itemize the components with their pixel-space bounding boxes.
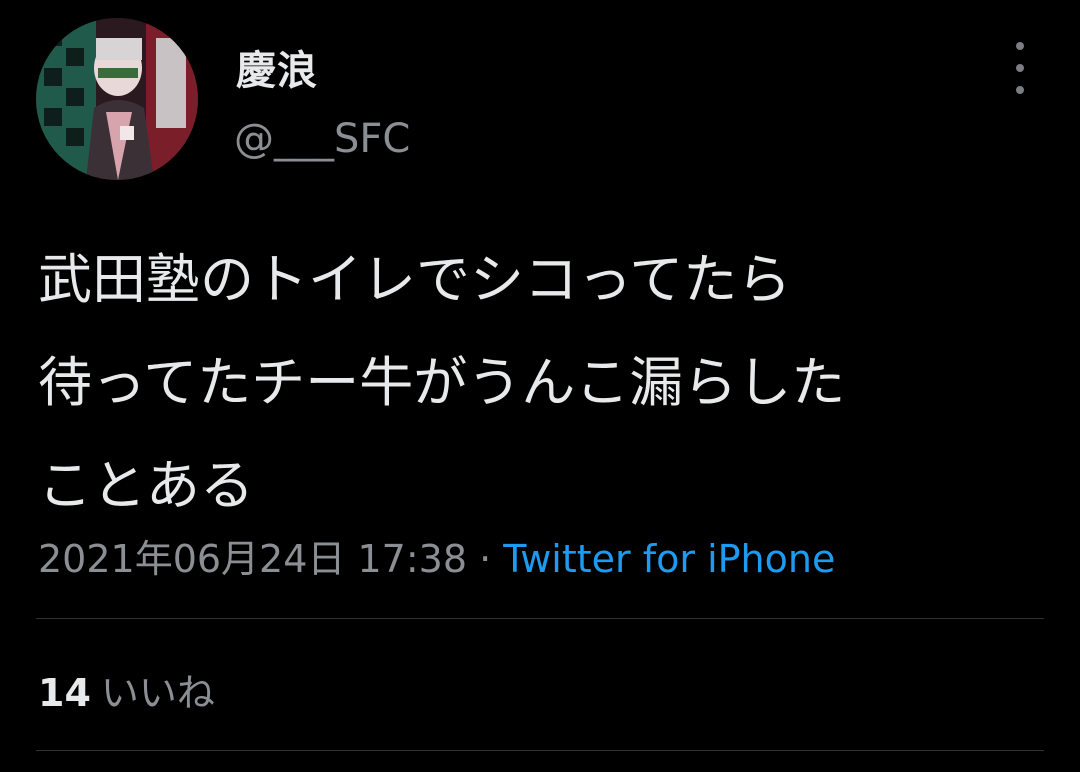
tweet-text-line: 武田塾のトイレでシコってたら bbox=[38, 248, 792, 311]
tweet-metadata: 2021年06月24日 17:38 · Twitter for iPhone bbox=[38, 528, 835, 583]
user-handle[interactable]: @___SFC bbox=[234, 116, 410, 162]
metadata-separator: · bbox=[479, 537, 492, 581]
tweet-text: 武田塾のトイレでシコってたら 待ってたチー牛がうんこ漏らした ことある bbox=[38, 228, 1048, 537]
more-vertical-icon[interactable] bbox=[1004, 42, 1036, 94]
tweet-timestamp[interactable]: 2021年06月24日 17:38 bbox=[38, 537, 467, 581]
tweet-text-line: ことある bbox=[38, 454, 254, 517]
avatar-image bbox=[36, 18, 198, 180]
avatar[interactable] bbox=[36, 18, 198, 180]
divider bbox=[36, 750, 1044, 751]
tweet-source-link[interactable]: Twitter for iPhone bbox=[503, 537, 835, 581]
likes-label: いいね bbox=[100, 671, 215, 715]
tweet-detail: 慶浪 @___SFC 武田塾のトイレでシコってたら 待ってたチー牛がうんこ漏らし… bbox=[0, 0, 1080, 772]
likes-count: 14 bbox=[38, 671, 91, 715]
likes-stat[interactable]: 14 いいね bbox=[38, 662, 215, 717]
divider bbox=[36, 618, 1044, 619]
tweet-text-line: 待ってたチー牛がうんこ漏らした bbox=[38, 351, 846, 414]
display-name[interactable]: 慶浪 bbox=[236, 38, 318, 96]
